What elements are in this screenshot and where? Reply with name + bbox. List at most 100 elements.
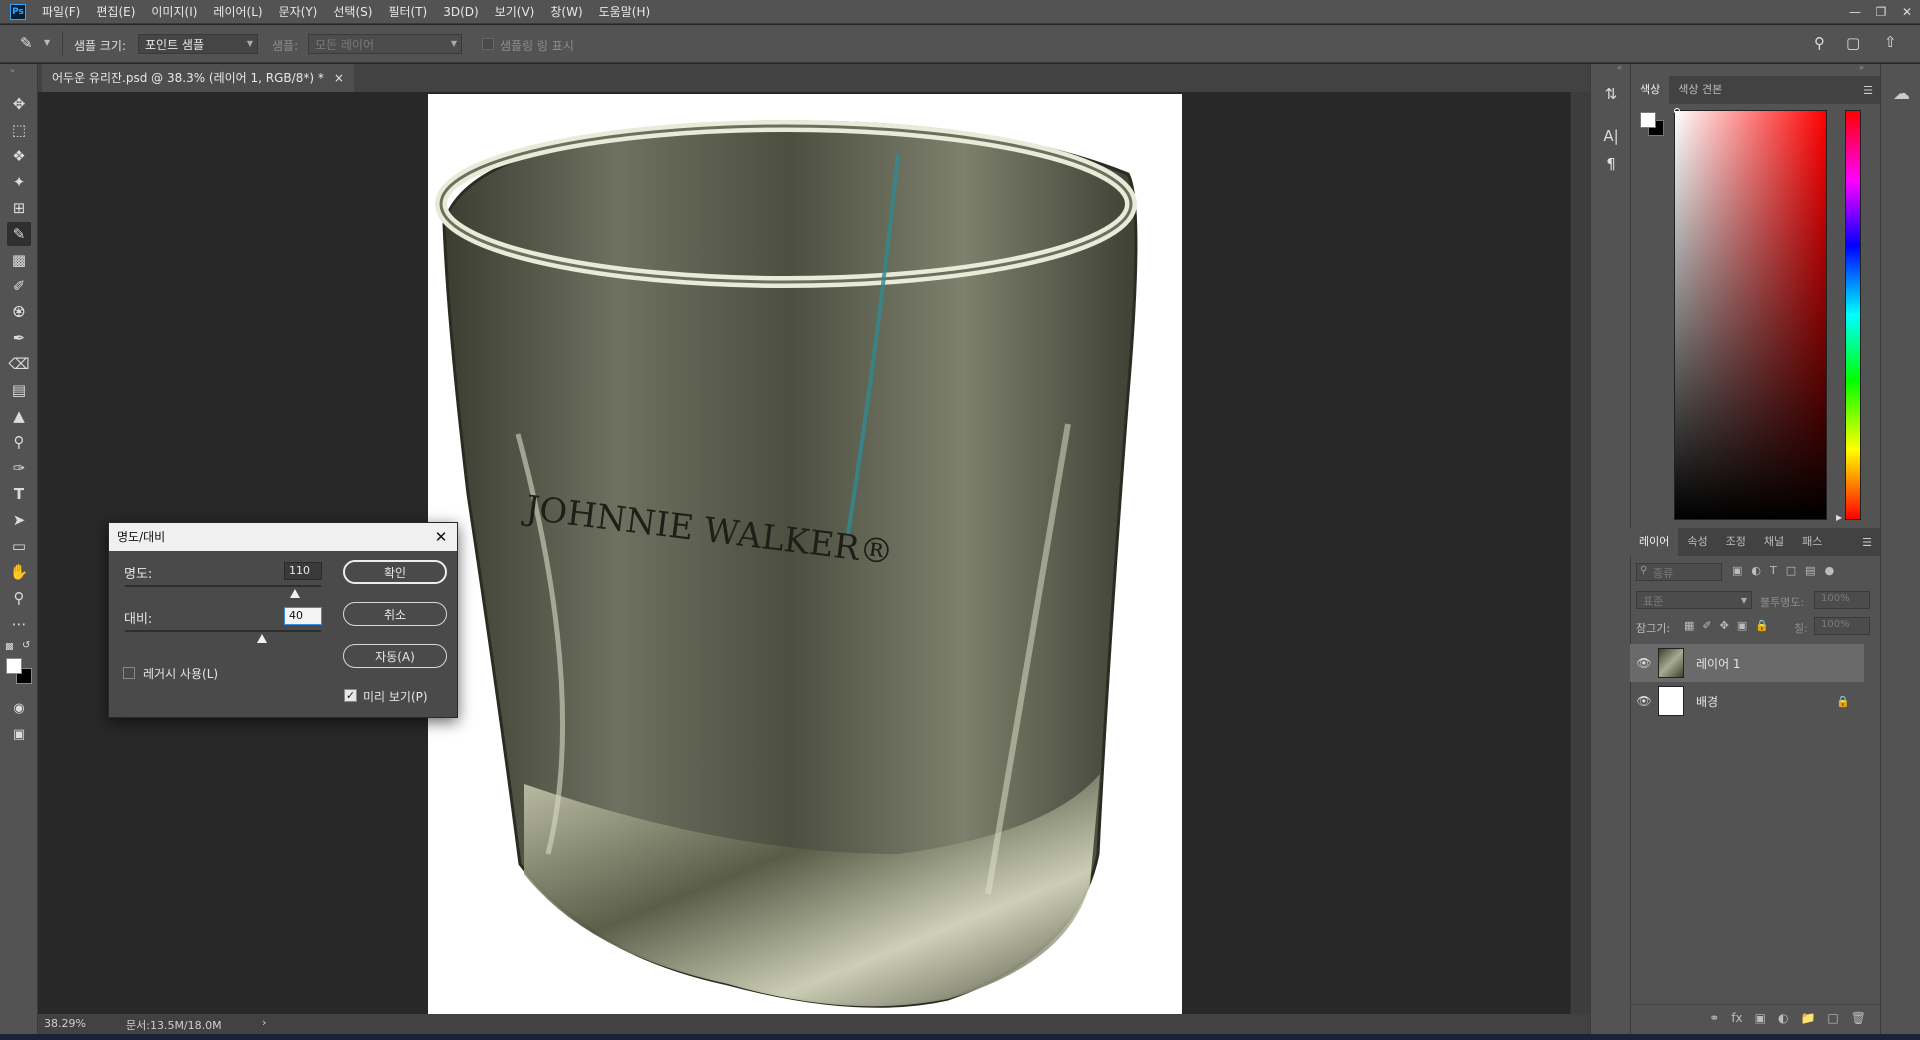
layer-row-background[interactable]: 👁 배경 🔒 — [1630, 682, 1864, 720]
color-picker-cursor[interactable] — [1674, 108, 1680, 114]
menu-filter[interactable]: 필터(T) — [380, 0, 435, 24]
workspace-icon[interactable]: ▢ — [1846, 34, 1860, 52]
add-mask-icon[interactable]: ▣ — [1755, 1011, 1766, 1025]
layer-row-layer1[interactable]: 👁 레이어 1 — [1630, 644, 1864, 682]
shape-filter-icon[interactable]: □ — [1786, 564, 1796, 577]
hue-slider[interactable] — [1845, 110, 1861, 520]
menu-file[interactable]: 파일(F) — [34, 0, 88, 24]
brightness-input[interactable]: 110 — [284, 562, 322, 580]
layer-name[interactable]: 배경 — [1696, 693, 1718, 710]
contrast-input[interactable]: 40 — [284, 607, 322, 625]
character-panel-icon[interactable]: A| — [1599, 124, 1623, 148]
filter-toggle-icon[interactable]: ● — [1825, 564, 1835, 577]
adjustment-filter-icon[interactable]: ◐ — [1751, 564, 1761, 577]
menu-window[interactable]: 창(W) — [542, 0, 590, 24]
search-icon[interactable]: ⚲ — [1814, 34, 1825, 52]
close-tab-icon[interactable]: × — [334, 64, 344, 92]
type-tool-icon[interactable]: T — [7, 482, 31, 506]
lasso-tool-icon[interactable]: ❖ — [7, 144, 31, 168]
brightness-slider-track[interactable] — [125, 585, 321, 587]
panel-foreground-swatch[interactable] — [1640, 112, 1656, 128]
menu-select[interactable]: 선택(S) — [325, 0, 380, 24]
document-canvas[interactable]: JOHNNIE WALKER® — [428, 94, 1182, 1014]
sample-layers-select[interactable]: 모든 레이어 ▼ — [308, 34, 462, 54]
collapse-arrows-icon[interactable]: » — [1859, 63, 1864, 72]
menu-edit[interactable]: 편집(E) — [88, 0, 143, 24]
zoom-level[interactable]: 38.29% — [44, 1017, 86, 1030]
pixel-filter-icon[interactable]: ▣ — [1732, 564, 1742, 577]
link-layers-icon[interactable]: ⚭ — [1709, 1011, 1719, 1025]
brightness-slider-thumb[interactable] — [290, 589, 300, 598]
layer-name[interactable]: 레이어 1 — [1696, 655, 1741, 672]
dodge-tool-icon[interactable]: ⚲ — [7, 430, 31, 454]
chevron-down-icon[interactable]: ▼ — [44, 38, 50, 47]
layer-style-icon[interactable]: fx — [1731, 1011, 1742, 1025]
cancel-button[interactable]: 취소 — [343, 602, 447, 626]
eraser-tool-icon[interactable]: ⌫ — [7, 352, 31, 376]
menu-image[interactable]: 이미지(I) — [143, 0, 205, 24]
visibility-eye-icon[interactable]: 👁 — [1630, 694, 1658, 708]
screen-mode-icon[interactable]: ▣ — [7, 722, 31, 746]
marquee-tool-icon[interactable]: ⬚ — [7, 118, 31, 142]
foreground-color-swatch[interactable] — [6, 658, 22, 674]
pen-tool-icon[interactable]: ✑ — [7, 456, 31, 480]
clone-stamp-tool-icon[interactable]: ♼ — [7, 300, 31, 324]
tab-adjustments[interactable]: 조정 — [1717, 528, 1755, 556]
more-tools-icon[interactable]: ⋯ — [7, 612, 31, 636]
eyedropper-tool-icon[interactable]: ✎ — [7, 222, 31, 246]
tab-channels[interactable]: 채널 — [1755, 528, 1793, 556]
rectangle-tool-icon[interactable]: ▭ — [7, 534, 31, 558]
vertical-scrollbar[interactable] — [1570, 92, 1590, 1014]
panel-menu-icon[interactable]: ☰ — [1862, 536, 1880, 549]
tab-layers[interactable]: 레이어 — [1630, 528, 1679, 556]
status-menu-arrow-icon[interactable]: › — [262, 1016, 266, 1029]
spot-healing-tool-icon[interactable]: ▩ — [7, 248, 31, 272]
lock-transparent-icon[interactable]: ▦ — [1684, 619, 1694, 632]
tab-paths[interactable]: 패스 — [1793, 528, 1831, 556]
restore-icon[interactable]: ❐ — [1868, 0, 1894, 24]
lock-all-icon[interactable]: 🔒 — [1755, 619, 1769, 632]
new-group-icon[interactable]: 📁 — [1800, 1011, 1815, 1025]
tab-properties[interactable]: 속성 — [1678, 528, 1716, 556]
menu-type[interactable]: 문자(Y) — [271, 0, 326, 24]
crop-tool-icon[interactable]: ⊞ — [7, 196, 31, 220]
auto-button[interactable]: 자동(A) — [343, 644, 447, 668]
tab-swatches[interactable]: 색상 견본 — [1669, 76, 1731, 104]
libraries-icon[interactable]: ☁ — [1893, 84, 1910, 104]
blend-mode-select[interactable]: 표준 ▼ — [1636, 591, 1752, 609]
history-panel-icon[interactable]: ⇅ — [1599, 82, 1623, 106]
new-layer-icon[interactable]: □ — [1827, 1011, 1838, 1025]
contrast-slider-track[interactable] — [125, 630, 321, 632]
menu-layer[interactable]: 레이어(L) — [205, 0, 270, 24]
visibility-eye-icon[interactable]: 👁 — [1630, 656, 1658, 670]
menu-3d[interactable]: 3D(D) — [435, 0, 486, 24]
move-tool-icon[interactable]: ✥ — [7, 92, 31, 116]
layer-kind-filter[interactable]: ⚲ 종류 — [1636, 563, 1722, 581]
default-colors-icon[interactable]: ▩ — [5, 642, 14, 652]
collapse-arrows-icon[interactable]: » — [10, 66, 15, 75]
hue-slider-handle-icon[interactable]: ▶ — [1836, 513, 1842, 522]
hand-tool-icon[interactable]: ✋ — [7, 560, 31, 584]
document-tab[interactable]: 어두운 유리잔.psd @ 38.3% (레이어 1, RGB/8*) * × — [42, 64, 354, 92]
color-picker-field[interactable] — [1674, 110, 1827, 520]
lock-image-icon[interactable]: ✐ — [1702, 619, 1711, 632]
delete-layer-icon[interactable]: 🗑 — [1851, 1011, 1866, 1025]
swap-colors-icon[interactable]: ↺ — [22, 640, 30, 651]
show-ring-checkbox[interactable] — [482, 38, 494, 53]
new-adjustment-icon[interactable]: ◐ — [1778, 1011, 1788, 1025]
eyedropper-tool-preset-icon[interactable]: ✎ — [20, 34, 33, 52]
type-filter-icon[interactable]: T — [1770, 564, 1777, 577]
panel-menu-icon[interactable]: ☰ — [1863, 84, 1881, 97]
zoom-tool-icon[interactable]: ⚲ — [7, 586, 31, 610]
contrast-slider-thumb[interactable] — [257, 634, 267, 643]
history-brush-tool-icon[interactable]: ✒ — [7, 326, 31, 350]
opacity-input[interactable]: 100% — [1814, 591, 1870, 609]
brush-tool-icon[interactable]: ✐ — [7, 274, 31, 298]
preview-checkbox[interactable]: ✓ — [344, 689, 357, 702]
close-window-icon[interactable]: ✕ — [1894, 0, 1920, 24]
blur-tool-icon[interactable]: ▲ — [7, 404, 31, 428]
minimize-icon[interactable]: — — [1842, 0, 1868, 24]
ok-button[interactable]: 확인 — [343, 560, 447, 584]
fill-input[interactable]: 100% — [1814, 617, 1870, 635]
lock-position-icon[interactable]: ✥ — [1720, 619, 1729, 632]
